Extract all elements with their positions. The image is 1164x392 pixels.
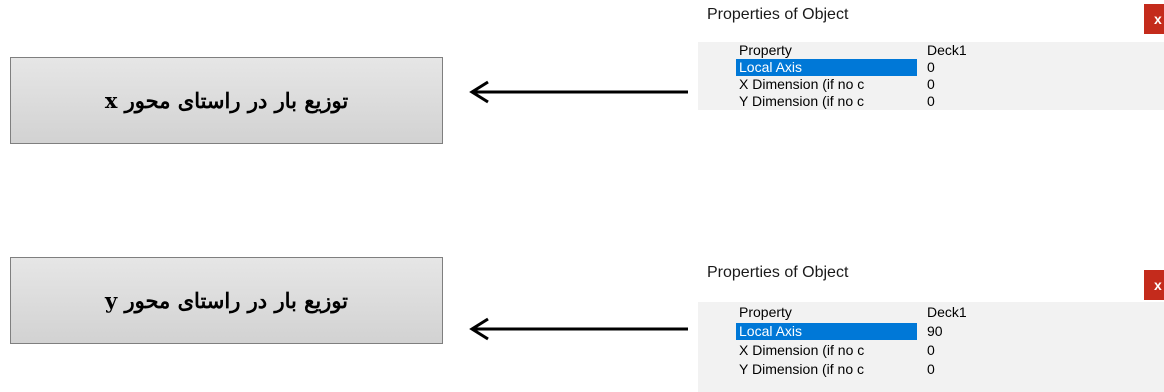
property-value[interactable]: 0: [927, 76, 1164, 93]
header-key: Property: [739, 304, 792, 320]
grid-header-row: Property Deck1: [734, 42, 1164, 59]
property-value[interactable]: 0: [927, 59, 1164, 76]
property-key: Local Axis: [736, 59, 917, 76]
annotation-label: توزیع بار در راستای محور x: [104, 88, 349, 113]
annotation-label: توزیع بار در راستای محور y: [104, 288, 349, 313]
property-value[interactable]: 0: [927, 342, 1164, 359]
property-value[interactable]: 0: [927, 361, 1164, 378]
panel-title: Properties of Object: [707, 264, 849, 281]
close-button[interactable]: x: [1144, 4, 1164, 34]
properties-panel: Properties of Object x Property Deck1 Lo…: [698, 0, 1164, 110]
header-value: Deck1: [927, 304, 967, 320]
property-key: Local Axis: [736, 323, 917, 340]
property-key: X Dimension (if no c: [739, 342, 865, 358]
grid-row-local-axis[interactable]: Local Axis 0: [734, 59, 1164, 76]
grid-row-y-dimension[interactable]: Y Dimension (if no c 0: [734, 93, 1164, 110]
property-value[interactable]: 0: [927, 93, 1164, 110]
annotation-box-x: توزیع بار در راستای محور x: [10, 57, 443, 144]
arrow-left-icon: [469, 317, 688, 341]
arrow-left-icon: [469, 80, 688, 104]
property-value[interactable]: 90: [927, 323, 1164, 340]
grid-row-y-dimension[interactable]: Y Dimension (if no c 0: [734, 361, 1164, 378]
grid-gutter: [698, 302, 734, 392]
grid-row-local-axis[interactable]: Local Axis 90: [734, 323, 1164, 340]
property-grid: Property Deck1 Local Axis 0 X Dimension …: [698, 42, 1164, 110]
property-key: Y Dimension (if no c: [739, 361, 865, 377]
properties-panel: Properties of Object x Property Deck1 Lo…: [698, 258, 1164, 392]
panel-title: Properties of Object: [707, 6, 849, 23]
property-grid: Property Deck1 Local Axis 90 X Dimension…: [698, 302, 1164, 392]
grid-header-row: Property Deck1: [734, 304, 1164, 321]
header-key: Property: [739, 42, 792, 58]
grid-gutter: [698, 42, 734, 110]
grid-row-x-dimension[interactable]: X Dimension (if no c 0: [734, 76, 1164, 93]
grid-row-x-dimension[interactable]: X Dimension (if no c 0: [734, 342, 1164, 359]
annotation-box-y: توزیع بار در راستای محور y: [10, 257, 443, 344]
header-value: Deck1: [927, 42, 967, 58]
property-key: X Dimension (if no c: [739, 76, 865, 92]
property-key: Y Dimension (if no c: [739, 93, 865, 109]
close-button[interactable]: x: [1144, 270, 1164, 300]
